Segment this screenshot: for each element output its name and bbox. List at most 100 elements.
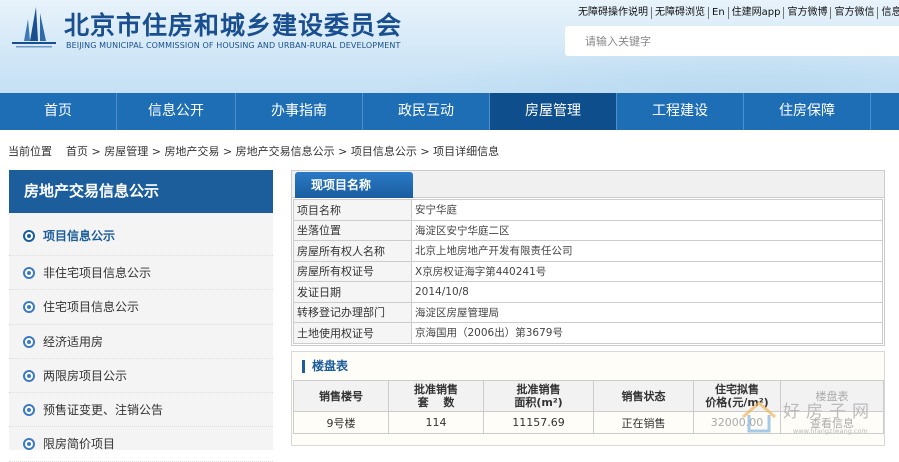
tab-project-name[interactable]: 现项目名称 [295, 172, 413, 198]
table-row: 转移登记办理部门 海淀区房屋管理局 [293, 301, 883, 323]
field-value: 京海国用（2006出）第3679号 [411, 322, 883, 344]
column-header-status: 销售状态 [593, 380, 694, 412]
field-label: 项目名称 [293, 199, 412, 221]
field-value: 北京上地房地产开发有限责任公司 [411, 240, 883, 262]
top-links: 无障碍操作说明 无障碍浏览 En 住建网app 官方微博 官方微信 信息订 [575, 7, 899, 19]
top-link-accessible-browse[interactable]: 无障碍浏览 [652, 7, 709, 19]
field-label: 房屋所有权人名称 [293, 240, 412, 262]
sidebar-title: 房地产交易信息公示 [9, 170, 273, 213]
site-watermark: 好房子网 www.hfangziwang.com [733, 395, 899, 441]
breadcrumb-current: 项目详细信息 [433, 145, 500, 158]
breadcrumb-separator: > [222, 145, 233, 158]
site-subtitle: BEIJING MUNICIPAL COMMISSION OF HOUSING … [66, 41, 401, 50]
sidebar-item-label: 项目信息公示 [43, 229, 116, 243]
sidebar-item-limited-price[interactable]: 限房简价项目 [9, 427, 273, 462]
bullet-icon [23, 369, 35, 382]
watermark-url: www.hfangziwang.com [793, 427, 868, 435]
table-row: 房屋所有权证号 X京房权证海字第440241号 [293, 260, 883, 282]
nav-item-service-guide[interactable]: 办事指南 [236, 93, 363, 130]
header-line: 套 数 [417, 396, 455, 409]
field-value: 海淀区安宁华庭二区 [411, 219, 883, 241]
nav-item-info-disclosure[interactable]: 信息公开 [117, 93, 236, 130]
breadcrumb: 当前位置 首页 > 房屋管理 > 房地产交易 > 房地产交易信息公示 > 项目信… [8, 143, 499, 159]
header-line: 批准销售 [414, 383, 458, 396]
bullet-icon [23, 267, 35, 279]
sidebar-item-affordable-housing[interactable]: 经济适用房 [9, 325, 273, 359]
house-watermark-icon [742, 401, 776, 433]
field-value: 2014/10/8 [411, 281, 883, 303]
header-line: 面积(m²) [514, 396, 563, 409]
site-header: 北京市住房和城乡建设委员会 BEIJING MUNICIPAL COMMISSI… [0, 0, 899, 93]
project-info-table: 项目名称 安宁华庭 坐落位置 海淀区安宁华庭二区 房屋所有权人名称 北京上地房地… [293, 199, 883, 344]
sidebar-item-non-residential[interactable]: 非住宅项目信息公示 [9, 256, 273, 291]
watermark-text: 好房子网 [783, 402, 875, 422]
sidebar: 房地产交易信息公示 项目信息公示 非住宅项目信息公示 住宅项目信息公示 经济适用… [9, 170, 273, 462]
bullet-icon [23, 335, 35, 348]
search-input[interactable] [565, 26, 865, 56]
nav-item-interaction[interactable]: 政民互动 [363, 93, 490, 130]
column-header-building: 销售楼号 [293, 380, 389, 412]
panel-header: 现项目名称 [292, 171, 884, 198]
cell-status: 正在销售 [593, 411, 694, 434]
breadcrumb-separator: > [91, 145, 101, 158]
table-row: 发证日期 2014/10/8 [293, 281, 883, 303]
column-header-area: 批准销售 面积(m²) [483, 380, 594, 412]
sidebar-item-label: 预售证变更、注销公告 [43, 403, 164, 418]
field-label: 坐落位置 [293, 219, 412, 241]
nav-item-construction[interactable]: 工程建设 [617, 93, 744, 130]
cell-units: 114 [388, 411, 484, 434]
cell-area: 11157.69 [483, 411, 594, 434]
breadcrumb-separator: > [151, 145, 161, 158]
breadcrumb-real-estate-trade[interactable]: 房地产交易 [164, 145, 219, 158]
sidebar-item-label: 两限房项目公示 [43, 368, 128, 383]
field-value: X京房权证海字第440241号 [411, 260, 883, 282]
bullet-icon [23, 438, 35, 451]
bullet-icon [23, 301, 35, 314]
main-nav: 首页 信息公开 办事指南 政民互动 房屋管理 工程建设 住房保障 [0, 93, 899, 130]
top-link-subscribe[interactable]: 信息订 [878, 7, 899, 19]
cell-building: 9号楼 [293, 411, 389, 434]
sidebar-item-presale-change[interactable]: 预售证变更、注销公告 [9, 393, 273, 428]
header-line: 销售楼号 [319, 389, 363, 403]
nav-item-overflow [871, 93, 899, 130]
breadcrumb-trade-info[interactable]: 房地产交易信息公示 [236, 145, 335, 158]
sidebar-item-price-limited[interactable]: 两限房项目公示 [9, 359, 273, 394]
field-value: 安宁华庭 [411, 199, 883, 221]
breadcrumb-housing-management[interactable]: 房屋管理 [104, 145, 148, 158]
table-row: 项目名称 安宁华庭 [293, 199, 883, 221]
nav-item-housing-security[interactable]: 住房保障 [744, 93, 871, 130]
table-row: 坐落位置 海淀区安宁华庭二区 [293, 219, 883, 241]
sidebar-item-label: 经济适用房 [43, 334, 104, 349]
breadcrumb-separator: > [420, 145, 430, 158]
project-info-panel: 现项目名称 项目名称 安宁华庭 坐落位置 海淀区安宁华庭二区 房屋所有权人名称 … [291, 170, 885, 346]
field-value: 海淀区房屋管理局 [411, 301, 883, 323]
field-label: 转移登记办理部门 [293, 301, 412, 323]
search-box [565, 26, 899, 56]
top-link-weibo[interactable]: 官方微博 [784, 7, 832, 19]
top-link-wechat[interactable]: 官方微信 [831, 7, 879, 19]
header-line: 批准销售 [516, 383, 561, 396]
sidebar-item-label: 住宅项目信息公示 [43, 300, 140, 315]
breadcrumb-home[interactable]: 首页 [66, 145, 88, 158]
top-link-app[interactable]: 住建网app [729, 7, 785, 19]
table-row: 土地使用权证号 京海国用（2006出）第3679号 [293, 322, 883, 344]
sidebar-item-label: 非住宅项目信息公示 [43, 266, 152, 280]
field-label: 土地使用权证号 [293, 322, 412, 344]
site-title[interactable]: 北京市住房和城乡建设委员会 [64, 6, 402, 42]
nav-item-housing-management[interactable]: 房屋管理 [490, 93, 617, 130]
sidebar-item-residential[interactable]: 住宅项目信息公示 [9, 290, 273, 325]
breadcrumb-prefix: 当前位置 [8, 145, 52, 158]
breadcrumb-project-info[interactable]: 项目信息公示 [351, 145, 417, 158]
building-table-title: 楼盘表 [302, 360, 348, 373]
bullet-icon [23, 404, 35, 417]
commission-logo [12, 7, 56, 48]
breadcrumb-separator: > [338, 145, 348, 158]
field-label: 房屋所有权证号 [293, 260, 412, 282]
top-link-english[interactable]: En [709, 7, 729, 19]
field-label: 发证日期 [293, 281, 412, 303]
top-link-accessibility-guide[interactable]: 无障碍操作说明 [575, 7, 652, 19]
sidebar-item-label: 限房简价项目 [43, 437, 116, 452]
sidebar-item-project-info[interactable]: 项目信息公示 [9, 213, 273, 256]
table-row: 房屋所有权人名称 北京上地房地产开发有限责任公司 [293, 240, 883, 262]
nav-item-home[interactable]: 首页 [0, 93, 117, 130]
